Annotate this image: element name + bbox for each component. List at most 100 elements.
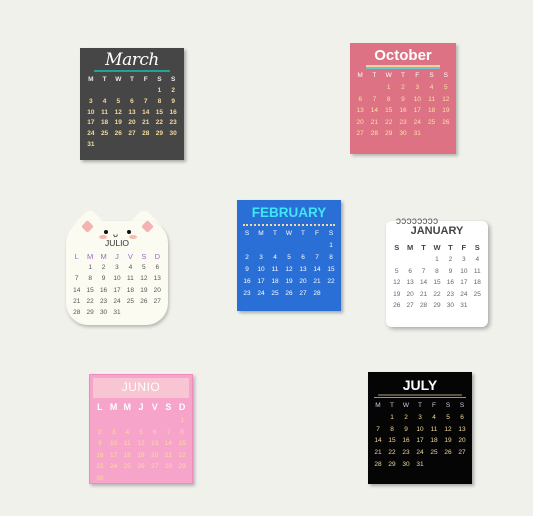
weekday-label: L — [74, 252, 79, 261]
day-cell: 5 — [394, 267, 399, 275]
day-cell: 10 — [113, 275, 121, 283]
day-cell: 20 — [151, 451, 159, 459]
weekday-row: SMTWTFS — [240, 228, 338, 240]
day-cell: 14 — [419, 279, 428, 286]
day-cell: 13 — [299, 266, 307, 273]
day-cell: 16 — [243, 278, 251, 285]
day-cell — [162, 415, 176, 427]
day-cell: 22 — [155, 119, 164, 127]
weekday-label: M — [88, 76, 94, 83]
day-cell: 23 — [243, 290, 251, 297]
day-cell: 20 — [128, 119, 136, 127]
day-cell: 26 — [442, 118, 450, 126]
days-grid: 1 2 3 4 5 6 7 8 9 10 11 12 13 14 15 16 17 18 19 20 21 22 23 24 2… — [70, 262, 164, 318]
day-cell: 6 — [152, 428, 157, 436]
day-cell: 5 — [446, 414, 450, 421]
day-cell: 27 — [128, 130, 136, 138]
weekday-label: V — [151, 402, 158, 412]
day-cell: 21 — [374, 449, 382, 457]
title-band: JUNIO — [93, 378, 189, 398]
day-cell: 14 — [313, 266, 321, 273]
day-cell: 22 — [433, 290, 441, 298]
month-title: March — [105, 50, 159, 70]
day-cell: 29 — [388, 460, 396, 468]
day-cell: 13 — [458, 425, 466, 433]
day-cell: 22 — [86, 297, 94, 305]
day-cell: 30 — [446, 302, 455, 309]
weekday-label: M — [100, 252, 107, 261]
day-cell — [139, 140, 153, 151]
day-cell: 2 — [404, 414, 408, 421]
day-cell — [111, 86, 125, 97]
weekday-label: W — [385, 72, 392, 79]
day-cell — [417, 254, 430, 266]
day-cell: 2 — [98, 428, 102, 436]
day-cell: 6 — [155, 264, 160, 271]
day-cell: 14 — [370, 107, 379, 114]
day-cell: 17 — [257, 278, 265, 285]
month-title: JULY — [402, 377, 438, 393]
day-cell: 18 — [123, 451, 131, 459]
day-cell: 7 — [315, 254, 319, 261]
day-cell: 1 — [435, 256, 439, 263]
weekday-label: S — [244, 230, 250, 237]
day-cell — [296, 240, 310, 252]
october-calendar: October MTWTFSS 1 2 3 4 5 6 7 8 9 10 11 12 13 14 15 16 1… — [350, 43, 456, 154]
day-cell: 25 — [271, 290, 279, 297]
weekday-label: W — [433, 243, 441, 252]
day-cell: 5 — [444, 84, 448, 91]
day-cell: 23 — [402, 449, 410, 457]
day-cell: 27 — [406, 302, 414, 309]
day-cell — [107, 415, 121, 427]
day-cell: 19 — [393, 290, 401, 298]
day-cell — [151, 307, 164, 318]
day-cell: 16 — [169, 108, 177, 116]
day-cell — [148, 473, 162, 485]
day-cell: 22 — [178, 451, 186, 459]
day-cell: 23 — [96, 463, 104, 470]
day-cell: 26 — [444, 449, 452, 457]
day-cell — [175, 473, 189, 485]
day-cell: 12 — [442, 95, 450, 103]
day-cell: 25 — [430, 449, 438, 457]
weekday-label: T — [390, 402, 394, 409]
julio-cat-calendar: ᴗ JULIO LMMJVSD 1 2 3 4 5 6 7 8 9 10 11 12 13 14 15 16 1… — [66, 208, 168, 325]
day-cell: 2 — [448, 256, 453, 263]
day-cell: 13 — [151, 440, 159, 447]
day-cell: 24 — [413, 118, 421, 126]
weekday-label: S — [459, 402, 465, 409]
day-cell: 27 — [151, 463, 159, 470]
day-cell: 31 — [113, 309, 121, 317]
days-grid: 1 2 3 4 5 6 7 8 9 10 11 12 13 14 15 16 17 18 19 20 21 22 23 24 2… — [371, 412, 469, 471]
day-cell: 1 — [329, 242, 333, 249]
day-cell: 23 — [446, 290, 455, 298]
day-cell: 24 — [113, 297, 121, 305]
day-cell — [353, 140, 367, 152]
day-cell: 30 — [399, 130, 407, 137]
day-cell: 9 — [404, 425, 408, 433]
day-cell: 3 — [462, 256, 466, 263]
weekday-label: F — [415, 72, 420, 79]
day-cell: 28 — [164, 463, 173, 470]
day-cell: 27 — [356, 130, 364, 137]
day-cell — [324, 288, 338, 300]
day-cell: 25 — [126, 297, 135, 305]
weekday-label: T — [102, 76, 107, 83]
weekday-row: LMMJVSD — [70, 251, 164, 262]
day-cell — [268, 240, 282, 252]
title-underline — [374, 397, 466, 398]
day-cell: 29 — [433, 302, 441, 309]
march-calendar: March MTWTFSS 1 2 3 4 5 6 7 8 9 10 11 12 13 14 15 16 17 1… — [80, 48, 184, 160]
day-cell — [84, 86, 98, 97]
day-cell — [120, 415, 134, 427]
day-cell: 5 — [142, 264, 146, 271]
day-cell: 8 — [88, 275, 92, 283]
day-cell — [124, 307, 137, 318]
weekday-label: T — [421, 243, 426, 252]
day-cell: 23 — [169, 119, 177, 127]
day-cell: 31 — [87, 140, 95, 148]
day-cell: 12 — [444, 425, 452, 433]
weekday-label: D — [154, 252, 160, 261]
day-cell — [137, 307, 150, 318]
day-cell: 26 — [393, 302, 401, 309]
